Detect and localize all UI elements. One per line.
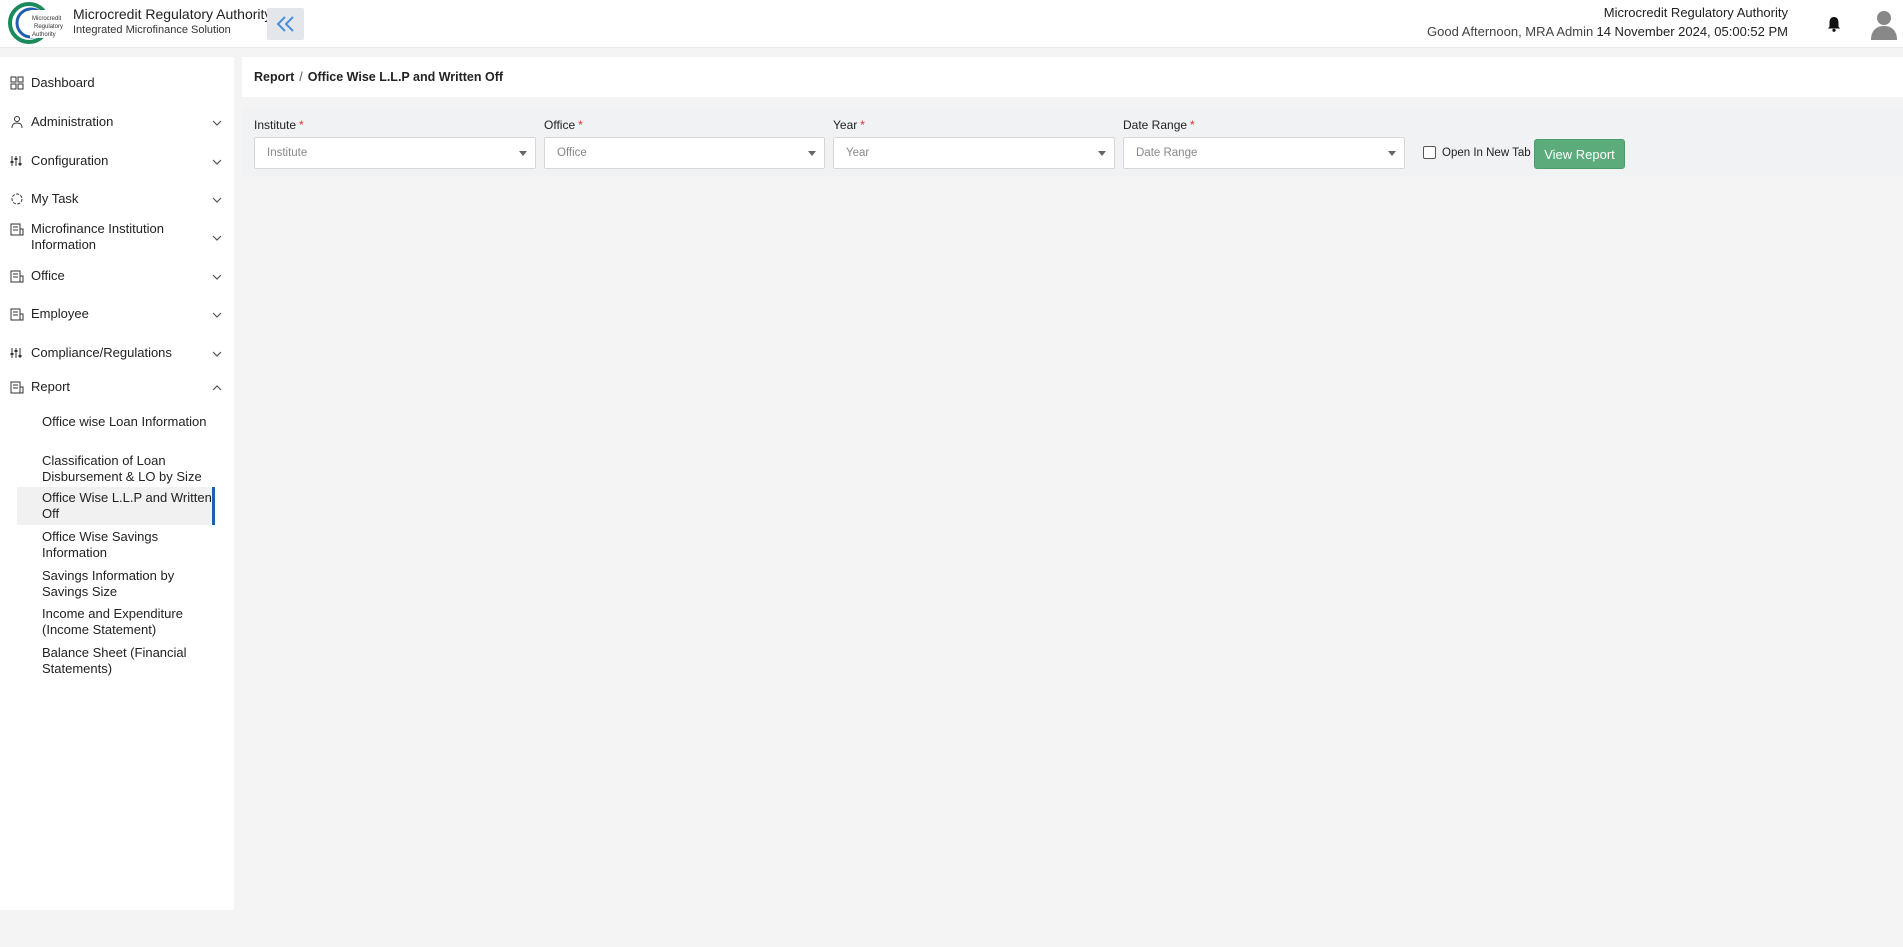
chevron-down-icon bbox=[212, 351, 222, 357]
caret-down-icon bbox=[519, 151, 527, 156]
breadcrumb-root[interactable]: Report bbox=[254, 70, 294, 84]
caret-down-icon bbox=[808, 151, 816, 156]
breadcrumb-current: Office Wise L.L.P and Written Off bbox=[307, 70, 504, 84]
sidebar-item-label: Compliance/Regulations bbox=[31, 345, 172, 360]
date-range-label: Date Range * bbox=[1123, 118, 1195, 132]
report-sub-balance-sheet[interactable]: Balance Sheet (Financial Statements) bbox=[17, 643, 215, 679]
sidebar-item-mfi-information[interactable]: Microfinance Institution Information bbox=[0, 221, 234, 253]
chevron-down-icon bbox=[212, 120, 222, 126]
chevron-up-icon bbox=[212, 385, 222, 391]
sidebar-item-label: My Task bbox=[31, 191, 79, 206]
institute-label: Institute * bbox=[254, 118, 304, 132]
building-icon bbox=[10, 381, 24, 394]
year-label: Year * bbox=[833, 118, 865, 132]
chevron-down-icon bbox=[212, 197, 222, 203]
circle-icon bbox=[11, 193, 23, 205]
top-header: Microcredit Regulatory Authority Microcr… bbox=[0, 0, 1903, 48]
grid-icon bbox=[10, 76, 24, 90]
institute-placeholder: Institute bbox=[267, 147, 308, 159]
open-new-tab-label: Open In New Tab bbox=[1442, 146, 1531, 159]
sidebar-item-label: Microfinance Institution Information bbox=[31, 221, 164, 252]
sidebar-item-label: Report bbox=[31, 379, 71, 394]
office-label: Office * bbox=[544, 118, 583, 132]
sidebar-item-employee[interactable]: Employee bbox=[0, 306, 234, 322]
open-new-tab-toggle[interactable]: Open In New Tab bbox=[1423, 146, 1531, 159]
sidebar-item-administration[interactable]: Administration bbox=[0, 114, 234, 130]
sidebar-item-label: Employee bbox=[31, 306, 89, 321]
svg-text:Authority: Authority bbox=[32, 32, 56, 38]
collapse-sidebar-button[interactable] bbox=[267, 8, 304, 40]
sidebar-item-label: Dashboard bbox=[31, 75, 95, 90]
sidebar-item-label: Configuration bbox=[31, 153, 109, 168]
open-new-tab-checkbox[interactable] bbox=[1423, 146, 1436, 159]
sidebar-item-report[interactable]: Report bbox=[0, 379, 234, 395]
sidebar: Dashboard Administration Configuration M… bbox=[0, 57, 234, 910]
app-subtitle: Integrated Microfinance Solution bbox=[73, 24, 231, 36]
report-sub-office-wise-loan[interactable]: Office wise Loan Information bbox=[17, 412, 215, 448]
year-select[interactable]: Year bbox=[833, 137, 1115, 169]
office-placeholder: Office bbox=[557, 147, 587, 159]
report-sub-income-expenditure[interactable]: Income and Expenditure (Income Statement… bbox=[17, 604, 215, 640]
sidebar-item-dashboard[interactable]: Dashboard bbox=[0, 75, 234, 91]
caret-down-icon bbox=[1388, 151, 1396, 156]
building-icon bbox=[10, 270, 24, 283]
caret-down-icon bbox=[1098, 151, 1106, 156]
org-name: Microcredit Regulatory Authority bbox=[1603, 5, 1788, 20]
double-chevron-left-icon bbox=[276, 16, 294, 32]
chevron-down-icon bbox=[212, 274, 222, 280]
svg-text:Regulatory: Regulatory bbox=[34, 24, 63, 30]
breadcrumb-separator: / bbox=[299, 70, 303, 84]
breadcrumb: Report / Office Wise L.L.P and Written Off bbox=[254, 70, 503, 84]
institute-select[interactable]: Institute bbox=[254, 137, 536, 169]
user-avatar-icon[interactable] bbox=[1870, 8, 1898, 40]
report-sub-savings-by-size[interactable]: Savings Information by Savings Size bbox=[17, 566, 215, 602]
building-icon bbox=[10, 223, 24, 236]
year-placeholder: Year bbox=[846, 147, 870, 159]
breadcrumb-bar: Report / Office Wise L.L.P and Written Off bbox=[242, 57, 1903, 97]
greeting-text: Good Afternoon, MRA Admin bbox=[1427, 24, 1594, 39]
sliders-icon bbox=[10, 348, 22, 358]
date-range-placeholder: Date Range bbox=[1136, 147, 1198, 159]
report-sub-office-wise-llp[interactable]: Office Wise L.L.P and Written Off bbox=[17, 487, 215, 525]
sidebar-item-label: Office bbox=[31, 268, 65, 283]
view-report-button[interactable]: View Report bbox=[1534, 139, 1625, 169]
report-sub-office-wise-savings[interactable]: Office Wise Savings Information bbox=[17, 527, 215, 563]
report-filter-bar: Institute * Institute Office * Office Year… bbox=[242, 107, 1903, 177]
users-icon bbox=[11, 116, 23, 129]
office-select[interactable]: Office bbox=[544, 137, 825, 169]
sidebar-item-compliance[interactable]: Compliance/Regulations bbox=[0, 345, 234, 361]
sidebar-item-my-task[interactable]: My Task bbox=[0, 191, 234, 207]
chevron-down-icon bbox=[212, 159, 222, 165]
svg-text:Microcredit: Microcredit bbox=[32, 16, 62, 22]
chevron-down-icon bbox=[212, 235, 222, 241]
sidebar-item-label: Administration bbox=[31, 114, 114, 129]
mra-logo: Microcredit Regulatory Authority bbox=[8, 2, 66, 44]
sliders-icon bbox=[10, 156, 22, 166]
report-sub-classification-loan[interactable]: Classification of Loan Disbursement & LO… bbox=[17, 451, 215, 487]
app-title: Microcredit Regulatory Authority bbox=[73, 6, 272, 22]
current-datetime: 14 November 2024, 05:00:52 PM bbox=[1596, 24, 1788, 39]
date-range-select[interactable]: Date Range bbox=[1123, 137, 1405, 169]
notification-bell-icon[interactable] bbox=[1825, 15, 1843, 33]
sidebar-item-office[interactable]: Office bbox=[0, 268, 234, 284]
sidebar-item-configuration[interactable]: Configuration bbox=[0, 153, 234, 169]
chevron-down-icon bbox=[212, 312, 222, 318]
building-icon bbox=[10, 308, 24, 321]
